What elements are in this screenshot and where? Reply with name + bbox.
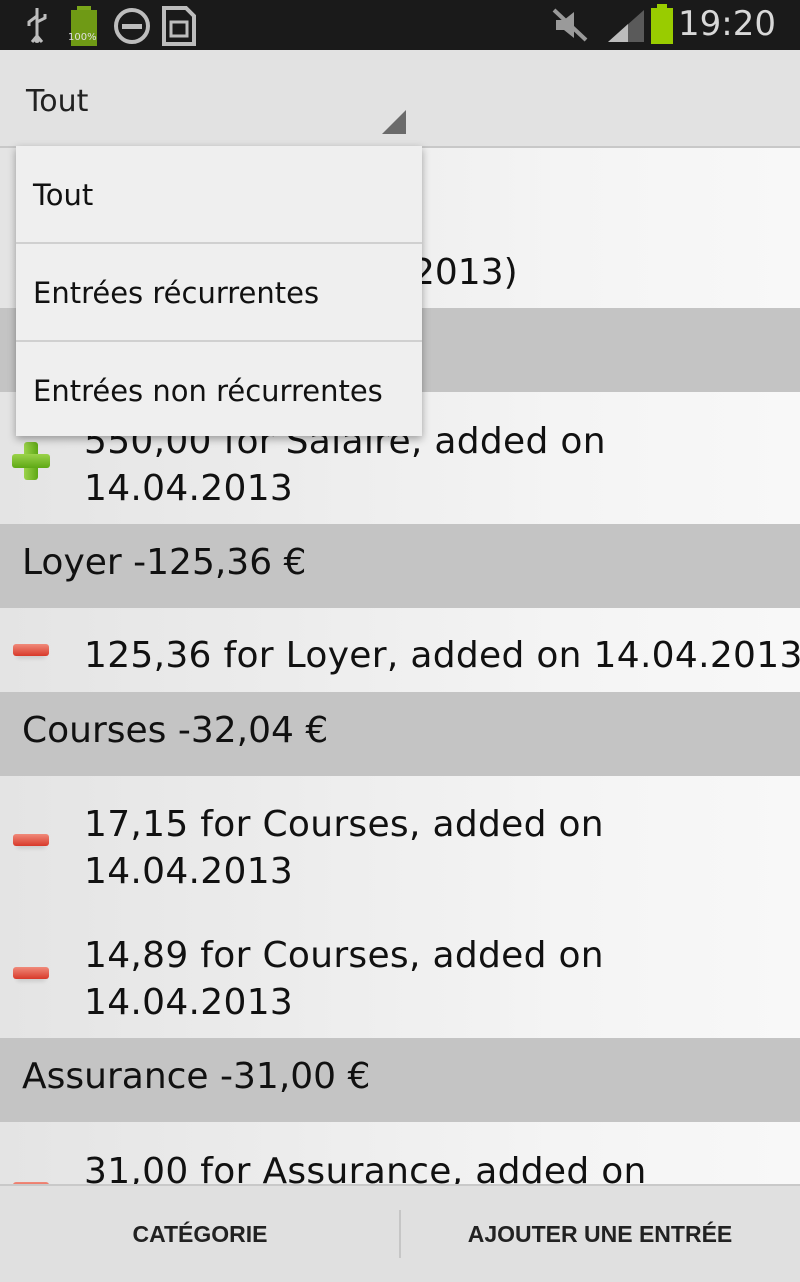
dropdown-option-label: Tout	[33, 178, 94, 212]
dropdown-option-label: Entrées récurrentes	[33, 276, 320, 310]
filter-spinner[interactable]: Tout	[0, 50, 412, 146]
section-header: Assurance -31,00 €	[0, 1038, 800, 1122]
section-title: Loyer -125,36 €	[22, 542, 307, 583]
section-title: Assurance -31,00 €	[22, 1056, 371, 1097]
battery-icon	[650, 4, 674, 48]
mute-icon	[552, 8, 588, 46]
list-item[interactable]: 125,36 for Loyer, added on 14.04.2013	[0, 608, 800, 692]
section-header: Courses -32,04 €	[0, 692, 800, 776]
entry-text: 14,89 for Courses, added on 14.04.2013	[84, 935, 604, 1023]
dropdown-option-label: Entrées non récurrentes	[33, 374, 383, 408]
do-not-disturb-icon	[112, 6, 152, 50]
usb-icon	[22, 6, 52, 48]
expense-minus-icon	[13, 967, 49, 979]
spinner-arrow-icon	[382, 110, 406, 134]
entry-text: 17,15 for Courses, added on 14.04.2013	[84, 804, 604, 892]
battery-percent-label: 100%	[68, 32, 97, 43]
section-header: Loyer -125,36 €	[0, 524, 800, 608]
battery-full-icon	[68, 6, 100, 50]
filter-spinner-selected: Tout	[26, 84, 89, 119]
summary-text: 2013)	[412, 252, 518, 293]
bottom-bar: CATÉGORIE AJOUTER UNE ENTRÉE	[0, 1184, 800, 1282]
action-bar: Tout	[0, 50, 800, 148]
list-item[interactable]: 14,89 for Courses, added on 14.04.2013	[0, 907, 800, 1038]
status-bar: 100% 19:20	[0, 0, 800, 50]
dropdown-option-non-recurring[interactable]: Entrées non récurrentes	[16, 342, 422, 438]
dropdown-option-recurring[interactable]: Entrées récurrentes	[16, 244, 422, 340]
list-item[interactable]: 31,00 for Assurance, added on	[0, 1122, 800, 1184]
expense-minus-icon	[13, 644, 49, 656]
list-item[interactable]: 17,15 for Courses, added on 14.04.2013	[0, 776, 800, 907]
entry-text: 125,36 for Loyer, added on 14.04.2013	[84, 635, 800, 676]
signal-icon	[606, 8, 646, 48]
income-plus-icon	[12, 442, 50, 480]
sim-card-icon	[160, 6, 198, 50]
entry-text: 31,00 for Assurance, added on	[84, 1151, 647, 1184]
section-title: Courses -32,04 €	[22, 710, 329, 751]
add-entry-button[interactable]: AJOUTER UNE ENTRÉE	[400, 1186, 800, 1282]
filter-dropdown: Tout Entrées récurrentes Entrées non réc…	[16, 146, 422, 436]
dropdown-option-all[interactable]: Tout	[16, 146, 422, 242]
category-button[interactable]: CATÉGORIE	[0, 1186, 400, 1282]
clock: 19:20	[678, 4, 776, 44]
expense-minus-icon	[13, 834, 49, 846]
